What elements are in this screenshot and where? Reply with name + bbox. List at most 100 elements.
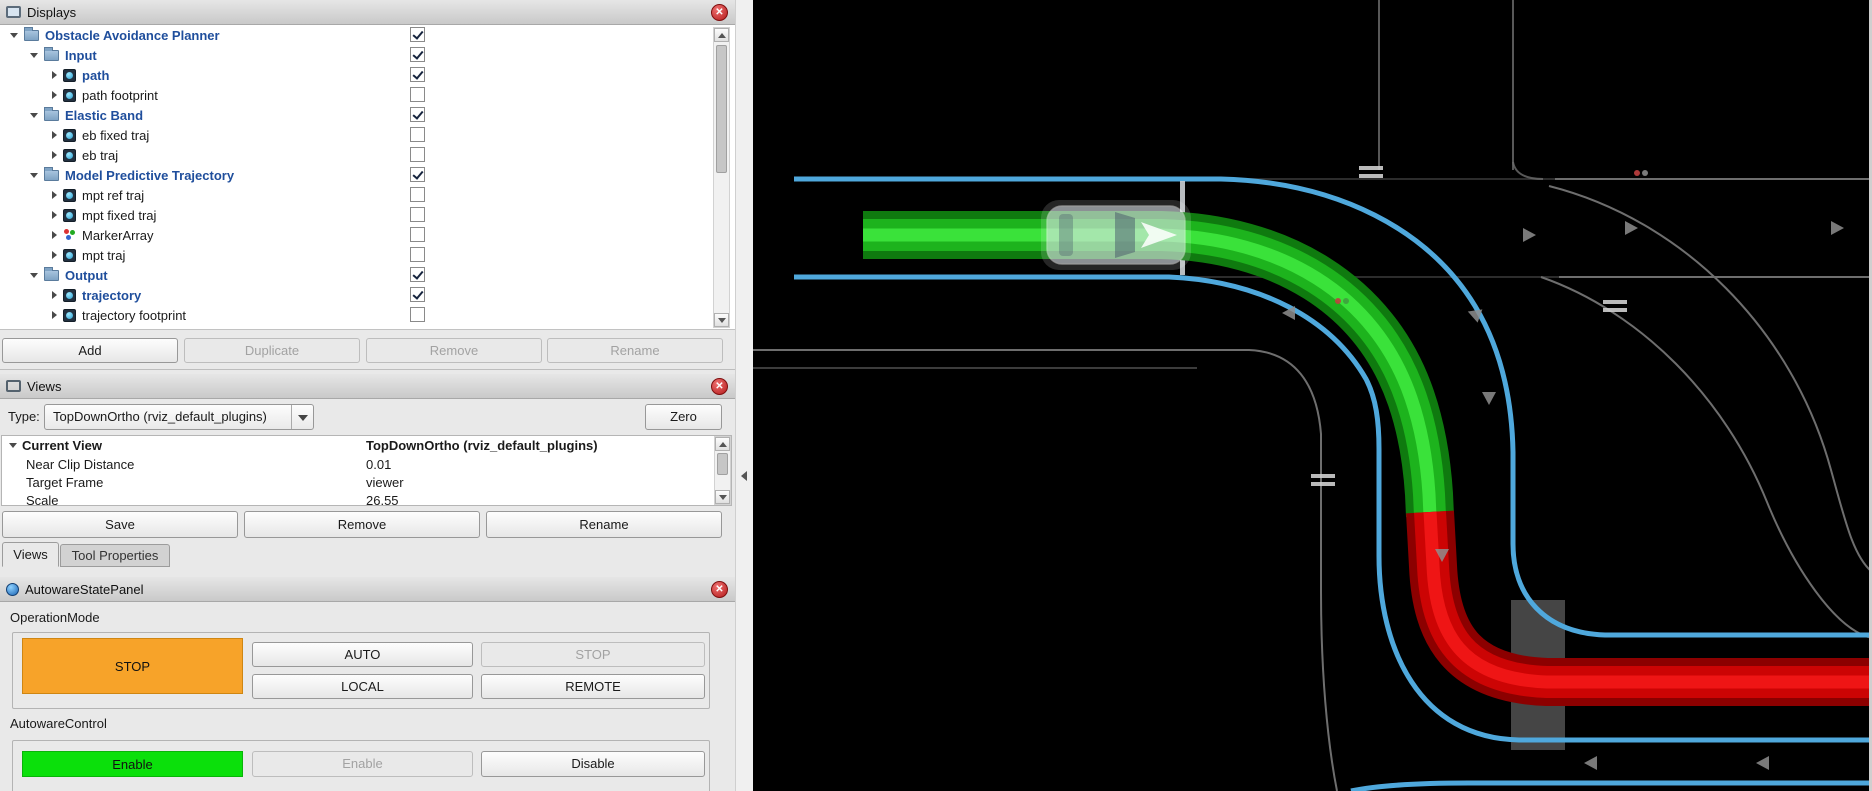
save-button[interactable]: Save — [2, 511, 238, 538]
duplicate-button[interactable]: Duplicate — [184, 338, 360, 363]
expand-arrow-icon[interactable] — [52, 231, 57, 239]
scroll-up-icon[interactable] — [714, 28, 729, 42]
scrollbar-thumb[interactable] — [716, 45, 727, 173]
tree-item-model-predictive-trajectory[interactable]: Model Predictive Trajectory — [0, 165, 735, 185]
tree-item-trajectory-footprint[interactable]: trajectory footprint — [0, 305, 735, 325]
disable-button[interactable]: Disable — [481, 751, 705, 777]
views-panel-titlebar[interactable]: Views ✕ — [0, 374, 735, 399]
collapse-arrow-icon[interactable] — [741, 471, 747, 481]
displays-panel-title: Displays — [27, 5, 76, 20]
property-value[interactable]: 0.01 — [366, 456, 391, 474]
ego-vehicle — [1041, 200, 1191, 270]
expand-arrow-icon[interactable] — [52, 71, 57, 79]
tree-item-elastic-band[interactable]: Elastic Band — [0, 105, 735, 125]
tree-item-path[interactable]: path — [0, 65, 735, 85]
remove-view-button[interactable]: Remove — [244, 511, 480, 538]
tree-item-label: Output — [65, 268, 108, 283]
tab-tool-properties[interactable]: Tool Properties — [60, 544, 170, 567]
expand-arrow-icon[interactable] — [30, 173, 38, 178]
close-icon[interactable]: ✕ — [711, 4, 728, 21]
expand-arrow-icon[interactable] — [52, 91, 57, 99]
expand-arrow-icon[interactable] — [52, 291, 57, 299]
rename-view-button[interactable]: Rename — [486, 511, 722, 538]
tree-item-mpt-traj[interactable]: mpt traj — [0, 245, 735, 265]
expand-arrow-icon[interactable] — [30, 53, 38, 58]
stop-button[interactable]: STOP — [481, 642, 705, 667]
tree-item-markerarray[interactable]: MarkerArray — [0, 225, 735, 245]
scroll-down-icon[interactable] — [714, 313, 729, 327]
local-button[interactable]: LOCAL — [252, 674, 473, 699]
chevron-down-icon[interactable] — [291, 405, 313, 429]
tree-item-eb-traj[interactable]: eb traj — [0, 145, 735, 165]
render-viewport[interactable] — [753, 0, 1872, 791]
expand-arrow-icon[interactable] — [30, 273, 38, 278]
scrollbar-thumb[interactable] — [717, 453, 728, 475]
visibility-checkbox[interactable] — [410, 267, 425, 282]
close-icon[interactable]: ✕ — [711, 581, 728, 598]
rename-button[interactable]: Rename — [547, 338, 723, 363]
expand-arrow-icon[interactable] — [52, 211, 57, 219]
expand-arrow-icon[interactable] — [52, 311, 57, 319]
signal-dot-red — [1634, 170, 1640, 176]
control-state-button[interactable]: Enable — [22, 751, 243, 777]
operation-mode-state-button[interactable]: STOP — [22, 638, 243, 694]
visibility-checkbox[interactable] — [410, 287, 425, 302]
expand-arrow-icon[interactable] — [52, 251, 57, 259]
displays-panel: Displays ✕ Obstacle Avoidance Planner In… — [0, 0, 735, 370]
visibility-checkbox[interactable] — [410, 87, 425, 102]
property-row-scale[interactable]: Scale 26.55 — [2, 492, 731, 506]
visibility-checkbox[interactable] — [410, 227, 425, 242]
property-row-target-frame[interactable]: Target Frame viewer — [2, 474, 731, 492]
tree-item-input[interactable]: Input — [0, 45, 735, 65]
visibility-checkbox[interactable] — [410, 47, 425, 62]
enable-button[interactable]: Enable — [252, 751, 473, 777]
close-icon[interactable]: ✕ — [711, 378, 728, 395]
visibility-checkbox[interactable] — [410, 247, 425, 262]
display-icon — [63, 69, 76, 82]
expand-arrow-icon[interactable] — [30, 113, 38, 118]
displays-panel-titlebar[interactable]: Displays ✕ — [0, 0, 735, 25]
visibility-checkbox[interactable] — [410, 307, 425, 322]
expand-arrow-icon[interactable] — [52, 191, 57, 199]
remove-button[interactable]: Remove — [366, 338, 542, 363]
tree-item-eb-fixed-traj[interactable]: eb fixed traj — [0, 125, 735, 145]
visibility-checkbox[interactable] — [410, 107, 425, 122]
visibility-checkbox[interactable] — [410, 127, 425, 142]
auto-button[interactable]: AUTO — [252, 642, 473, 667]
render-view[interactable] — [753, 0, 1872, 791]
property-row-near-clip[interactable]: Near Clip Distance 0.01 — [2, 456, 731, 474]
visibility-checkbox[interactable] — [410, 27, 425, 42]
tree-item-obstacle-avoidance-planner[interactable]: Obstacle Avoidance Planner — [0, 25, 735, 45]
view-type-combobox[interactable]: TopDownOrtho (rviz_default_plugins) — [44, 404, 314, 430]
panel-splitter[interactable] — [735, 0, 753, 791]
visibility-checkbox[interactable] — [410, 207, 425, 222]
visibility-checkbox[interactable] — [410, 167, 425, 182]
tree-scrollbar[interactable] — [713, 27, 730, 328]
visibility-checkbox[interactable] — [410, 67, 425, 82]
remote-button[interactable]: REMOTE — [481, 674, 705, 699]
expand-arrow-icon[interactable] — [52, 131, 57, 139]
visibility-checkbox[interactable] — [410, 187, 425, 202]
property-value[interactable]: 26.55 — [366, 492, 399, 506]
properties-scrollbar[interactable] — [714, 436, 731, 505]
tree-item-trajectory[interactable]: trajectory — [0, 285, 735, 305]
tree-item-path-footprint[interactable]: path footprint — [0, 85, 735, 105]
signal-dot-green — [1343, 298, 1349, 304]
property-name: Scale — [26, 492, 59, 506]
expand-arrow-icon[interactable] — [9, 443, 17, 448]
tree-item-mpt-ref-traj[interactable]: mpt ref traj — [0, 185, 735, 205]
zero-button[interactable]: Zero — [645, 404, 722, 430]
expand-arrow-icon[interactable] — [52, 151, 57, 159]
displays-panel-icon — [6, 6, 21, 18]
property-value[interactable]: viewer — [366, 474, 404, 492]
scroll-up-icon[interactable] — [715, 437, 730, 451]
add-button[interactable]: Add — [2, 338, 178, 363]
visibility-checkbox[interactable] — [410, 147, 425, 162]
expand-arrow-icon[interactable] — [10, 33, 18, 38]
scroll-down-icon[interactable] — [715, 490, 730, 504]
autoware-panel-titlebar[interactable]: AutowareStatePanel ✕ — [0, 577, 735, 602]
property-row-current-view[interactable]: Current View TopDownOrtho (rviz_default_… — [2, 436, 731, 456]
tab-views[interactable]: Views — [2, 542, 59, 567]
tree-item-mpt-fixed-traj[interactable]: mpt fixed traj — [0, 205, 735, 225]
tree-item-output[interactable]: Output — [0, 265, 735, 285]
